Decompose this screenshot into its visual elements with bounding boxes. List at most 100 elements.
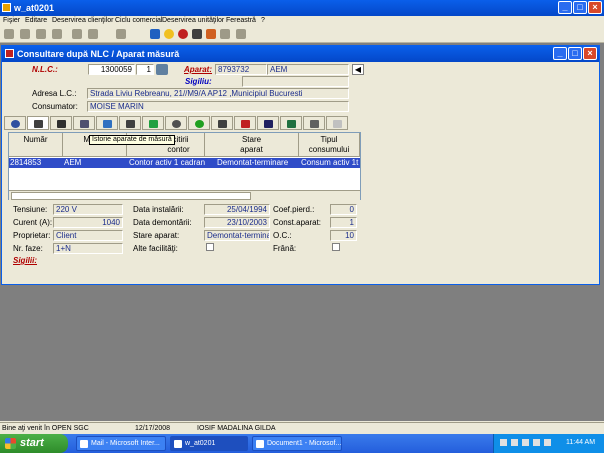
alte-checkbox[interactable] <box>206 243 214 251</box>
toolbar-icon[interactable] <box>220 29 230 39</box>
tab-9[interactable] <box>188 116 210 130</box>
tab-client[interactable] <box>4 116 26 130</box>
status-message: Bine aţi venit în OPEN SGC <box>2 425 89 432</box>
adresa-label: Adresa L.C.: <box>32 89 77 98</box>
toolbar-icon[interactable] <box>178 29 188 39</box>
task-mail-label: Mail - Microsoft Inter... <box>91 440 160 447</box>
toolbar-icon[interactable] <box>52 29 62 39</box>
taskbar: start Mail - Microsoft Inter... w_at0201… <box>0 434 604 453</box>
stare-label: Stare aparat: <box>133 231 180 240</box>
clock: 11:44 AM <box>566 439 596 446</box>
sigilii-label[interactable]: Sigilii: <box>13 256 37 265</box>
tensiune-field: 220 V <box>53 204 123 215</box>
tab-12[interactable] <box>257 116 279 130</box>
toolbar-icon[interactable] <box>36 29 46 39</box>
phone-icon[interactable] <box>192 29 202 39</box>
menu-units[interactable]: Deservirea unităţilor <box>162 17 224 24</box>
tab-5[interactable] <box>96 116 118 130</box>
windows-logo-icon <box>5 438 16 449</box>
oc-label: O.C.: <box>273 231 292 240</box>
toolbar-icon[interactable] <box>206 29 216 39</box>
tab-13[interactable] <box>280 116 302 130</box>
child-icon <box>5 49 14 58</box>
menu-edit[interactable]: Editare <box>25 17 47 24</box>
tensiune-label: Tensiune: <box>13 205 48 214</box>
menu-clients[interactable]: Deservirea clienţilor <box>52 17 113 24</box>
instalare-label: Data instalării: <box>133 205 184 214</box>
child-minimize-button[interactable]: _ <box>553 47 567 60</box>
task-word[interactable]: Document1 - Microsof... <box>252 436 342 451</box>
tab-7[interactable] <box>142 116 164 130</box>
toolbar-icon[interactable] <box>88 29 98 39</box>
menu-window[interactable]: Fereastră <box>226 17 256 24</box>
task-word-label: Document1 - Microsof... <box>267 440 342 447</box>
faze-field: 1+N <box>53 243 123 254</box>
sigiliu-field[interactable] <box>242 76 349 87</box>
menu-file[interactable]: Fişier <box>3 17 20 24</box>
menu-help[interactable]: ? <box>261 17 265 24</box>
start-button[interactable]: start <box>0 434 68 453</box>
menu-commercial[interactable]: Ciclu comercial <box>115 17 162 24</box>
coef-label: Coef.pierd.: <box>273 205 315 214</box>
aparat-input[interactable]: 8793732 <box>215 64 267 75</box>
task-app[interactable]: w_at0201 <box>170 436 248 451</box>
const-label: Const.aparat: <box>273 218 322 227</box>
tray-icon[interactable] <box>500 439 507 446</box>
maximize-button[interactable]: □ <box>573 1 587 14</box>
curent-field: 1040 <box>53 217 123 228</box>
curent-label: Curent (A): <box>13 218 53 227</box>
tab-8[interactable] <box>165 116 187 130</box>
smiley-icon[interactable] <box>164 29 174 39</box>
aparat-brand: AEM <box>267 64 349 75</box>
table-row[interactable]: 2814853 AEM Contor activ 1 cadran Demont… <box>9 158 360 168</box>
arrow-left-icon[interactable]: ◀ <box>352 64 364 75</box>
tab-aparat[interactable] <box>27 116 49 130</box>
aparate-grid[interactable]: Număr Marca l citiriicontor Stareaparat … <box>8 132 361 200</box>
consumator-label: Consumator: <box>32 102 78 111</box>
tab-10[interactable] <box>211 116 233 130</box>
tab-3[interactable] <box>50 116 72 130</box>
tab-6[interactable] <box>119 116 141 130</box>
app-icon <box>2 3 11 12</box>
app-titlebar: w_at0201 _ □ × <box>0 0 604 16</box>
sigiliu-label: Sigiliu: <box>185 77 212 86</box>
check-icon[interactable] <box>156 64 168 75</box>
instalare-field: 25/04/1994 <box>204 204 270 215</box>
tab-14[interactable] <box>303 116 325 130</box>
close-button[interactable]: × <box>588 1 602 14</box>
col-header-tip-text: Tipul consumului <box>308 135 350 154</box>
coef-field: 0 <box>330 204 357 215</box>
const-field: 1 <box>330 217 357 228</box>
col-header-numar[interactable]: Număr <box>9 133 63 157</box>
tab-15[interactable] <box>326 116 348 130</box>
tab-11[interactable] <box>234 116 256 130</box>
tray-icon[interactable] <box>522 439 529 446</box>
cell-consum: Consum activ 1t <box>301 158 359 167</box>
mail-icon[interactable] <box>236 29 246 39</box>
frana-checkbox[interactable] <box>332 243 340 251</box>
tab-4[interactable] <box>73 116 95 130</box>
col-header-tip[interactable]: Tipul consumului <box>299 133 360 157</box>
demontare-field: 23/10/2003 <box>204 217 270 228</box>
toolbar-icon[interactable] <box>116 29 126 39</box>
oc-field: 10 <box>330 230 357 241</box>
scroll-thumb[interactable] <box>11 192 251 200</box>
proprietar-label: Proprietar: <box>13 231 51 240</box>
child-close-button[interactable]: × <box>583 47 597 60</box>
task-mail[interactable]: Mail - Microsoft Inter... <box>76 436 166 451</box>
toolbar-icon[interactable] <box>20 29 30 39</box>
toolbar-icon[interactable] <box>150 29 160 39</box>
tray-icon[interactable] <box>511 439 518 446</box>
minimize-button[interactable]: _ <box>558 1 572 14</box>
status-user: IOSIF MADALINA GILDA <box>197 425 276 432</box>
child-maximize-button[interactable]: □ <box>568 47 582 60</box>
tooltip: Istorie aparate de măsură <box>89 135 175 145</box>
toolbar-icon[interactable] <box>4 29 14 39</box>
toolbar-icon[interactable] <box>72 29 82 39</box>
nlc-seq-input[interactable]: 1 <box>136 64 154 75</box>
speaker-icon[interactable] <box>544 439 551 446</box>
horizontal-scrollbar[interactable] <box>9 190 360 200</box>
tray-icon[interactable] <box>533 439 540 446</box>
nlc-input[interactable]: 1300059 <box>88 64 135 75</box>
col-header-stare[interactable]: Stare aparat <box>205 133 299 157</box>
